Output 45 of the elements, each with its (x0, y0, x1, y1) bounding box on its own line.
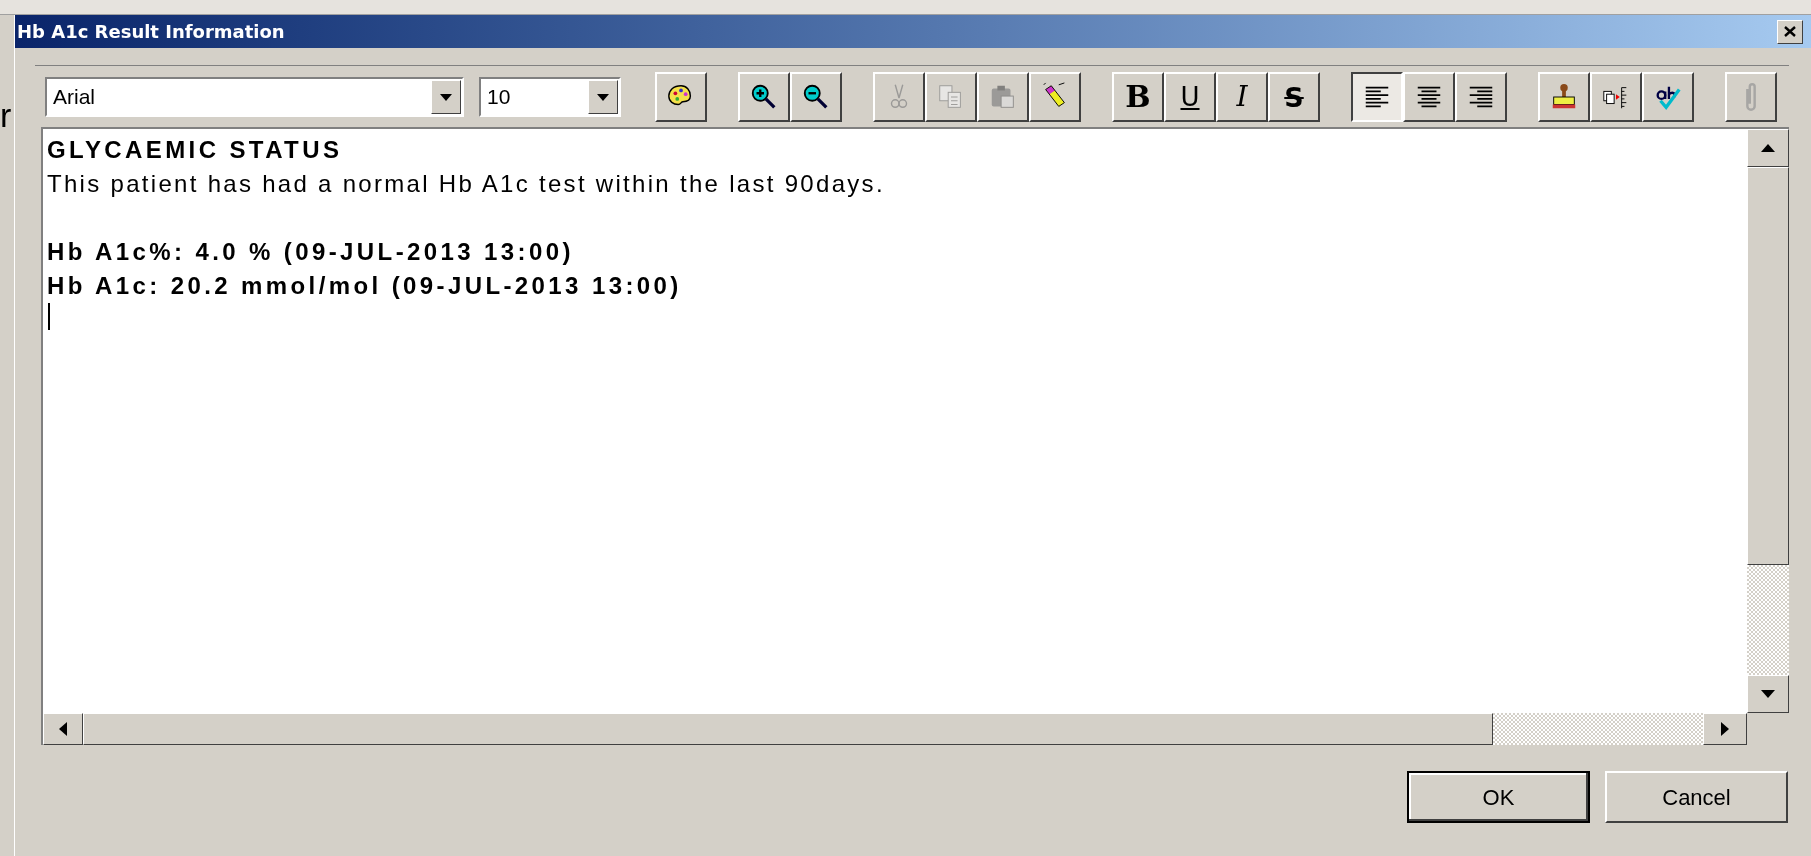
up-arrow-icon (1761, 144, 1775, 152)
zoom-out-button[interactable] (790, 72, 842, 122)
strikethrough-button[interactable]: S (1268, 72, 1320, 122)
text-editor[interactable]: GLYCAEMIC STATUS This patient has had a normal Hb A1c test within the last 90days. Hb A1c%: 4.0 % (09-JUL-2013 13:00) Hb A1c: 20.2 mmol/mol (09-JUL-2013 13:00) (41, 127, 1747, 713)
close-icon (1784, 26, 1796, 37)
dropdown-button[interactable] (588, 80, 618, 114)
scroll-thumb[interactable] (1747, 167, 1789, 565)
align-center-button[interactable] (1403, 72, 1455, 122)
bold-button[interactable]: B (1112, 72, 1164, 122)
scroll-right-button[interactable] (1703, 713, 1747, 745)
caret-icon (440, 93, 452, 101)
window-title: Hb A1c Result Information (17, 20, 285, 44)
palette-button[interactable] (655, 72, 707, 122)
dropdown-button[interactable] (431, 80, 461, 114)
bold-text-line: Hb A1c: 20.2 mmol/mol (09-JUL-2013 13:00) (47, 271, 682, 301)
scroll-down-button[interactable] (1747, 675, 1789, 713)
text-cursor (48, 303, 50, 330)
font-dropdown[interactable]: Arial (45, 77, 464, 117)
left-arrow-icon (59, 722, 67, 736)
highlighter-button[interactable] (1029, 72, 1081, 122)
align-right-button[interactable] (1455, 72, 1507, 122)
dialog-button[interactable]: Cancel (1605, 771, 1788, 823)
underline-button[interactable]: U (1164, 72, 1216, 122)
bold-text-line: GLYCAEMIC STATUS (47, 135, 343, 165)
paperclip-icon (1745, 83, 1757, 111)
insert-columns-button[interactable] (1590, 72, 1642, 122)
text-line: This patient has had a normal Hb A1c test within the last 90days. (47, 169, 885, 199)
align-left-button[interactable] (1351, 72, 1403, 122)
close-button[interactable] (1777, 19, 1803, 44)
scroll-up-button[interactable] (1747, 129, 1789, 167)
zoom-in-button[interactable] (738, 72, 790, 122)
right-arrow-icon (1721, 722, 1729, 736)
size-dropdown[interactable]: 10 (479, 77, 621, 117)
vertical-scrollbar[interactable] (1747, 127, 1789, 713)
dialog-button[interactable]: OK (1407, 771, 1590, 823)
italic-button[interactable]: I (1216, 72, 1268, 122)
background-text: r (0, 95, 13, 135)
stamp-button[interactable] (1538, 72, 1590, 122)
horizontal-scrollbar[interactable] (41, 713, 1747, 745)
bold-text-line: Hb A1c%: 4.0 % (09-JUL-2013 13:00) (47, 237, 574, 267)
spell-check-button[interactable] (1642, 72, 1694, 122)
scroll-thumb[interactable] (83, 713, 1493, 745)
down-arrow-icon (1761, 690, 1775, 698)
scroll-left-button[interactable] (43, 713, 83, 745)
caret-icon (597, 93, 609, 101)
